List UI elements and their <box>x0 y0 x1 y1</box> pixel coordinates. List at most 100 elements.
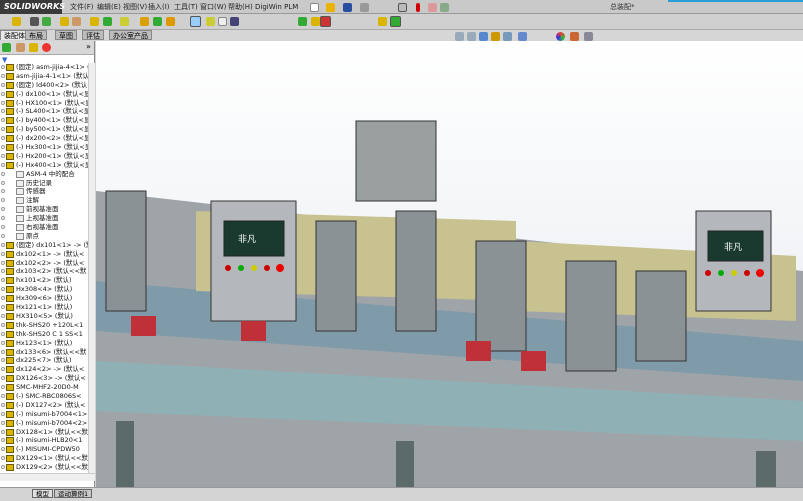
zoom-to-fit-icon[interactable] <box>455 32 464 41</box>
tab-evaluate[interactable]: 评估 <box>82 30 104 40</box>
expand-toggle-icon[interactable] <box>1 322 5 327</box>
tree-item[interactable]: 原点 <box>0 232 88 241</box>
expand-toggle-icon[interactable] <box>1 153 5 158</box>
tree-item[interactable]: (-) Hx400<1> (默认<显示 <box>0 161 88 170</box>
expand-toggle-icon[interactable] <box>1 402 5 407</box>
tree-item[interactable]: (-) MISUMI-CPDW50 <box>0 445 88 454</box>
tree-item[interactable]: (-) Hx200<1> (默认<显示 <box>0 152 88 161</box>
expand-toggle-icon[interactable] <box>1 305 5 310</box>
view-orientation-icon[interactable] <box>503 32 512 41</box>
snapshot-icon[interactable] <box>390 16 401 27</box>
tree-item[interactable]: (-) by500<1> (默认<显示 <box>0 125 88 134</box>
tree-item[interactable]: (-) by400<1> (默认<显示 <box>0 116 88 125</box>
view-settings-icon[interactable] <box>584 32 593 41</box>
zoom-area-icon[interactable] <box>467 32 476 41</box>
graphics-viewport[interactable]: 非凡 非凡 <box>96 41 803 487</box>
expand-toggle-icon[interactable] <box>1 465 5 470</box>
expand-toggle-icon[interactable] <box>1 260 5 265</box>
tree-item[interactable]: 前视基准面 <box>0 205 88 214</box>
menu-plm[interactable]: DigiWin PLM <box>255 0 298 14</box>
tree-item[interactable]: DX129<2> (默认<<默 <box>0 463 88 472</box>
expand-toggle-icon[interactable] <box>1 393 5 398</box>
expand-toggle-icon[interactable] <box>1 207 5 212</box>
open-icon[interactable] <box>326 3 335 12</box>
expand-toggle-icon[interactable] <box>1 100 5 105</box>
tree-item[interactable]: dx124<2> -> (默认< <box>0 365 88 374</box>
hole-alignment-icon[interactable] <box>218 17 227 26</box>
tree-item[interactable]: HX310<5> (默认) <box>0 312 88 321</box>
tree-item[interactable]: DX126<3> -> (默认< <box>0 374 88 383</box>
tree-vertical-scrollbar[interactable] <box>88 63 95 473</box>
file-properties-icon[interactable] <box>428 3 437 12</box>
tree-item[interactable]: asm-jijia-4-1<1> (默认< <box>0 72 88 81</box>
mate-icon[interactable] <box>30 17 39 26</box>
tree-item[interactable]: Hx123<1> (默认) <box>0 339 88 348</box>
configuration-manager-tab-icon[interactable] <box>29 43 38 52</box>
expand-toggle-icon[interactable] <box>1 65 5 69</box>
appearance-icon[interactable] <box>556 32 565 41</box>
menu-tools[interactable]: 工具(T) <box>174 0 198 14</box>
measure-icon[interactable] <box>230 17 239 26</box>
new-motion-study-icon[interactable] <box>140 17 149 26</box>
tree-item[interactable]: (固定) asm-jijia-4<1> (默 <box>0 63 88 72</box>
tree-item[interactable]: SMC-MHF2-20D0-M <box>0 383 88 392</box>
expand-toggle-icon[interactable] <box>1 127 5 132</box>
tree-item[interactable]: (-) misumi-b7004<2> <box>0 419 88 428</box>
tree-item[interactable]: ASM-4 中的配合 <box>0 170 88 179</box>
tree-item[interactable]: hx101<2> (默认) <box>0 276 88 285</box>
expand-toggle-icon[interactable] <box>1 296 5 301</box>
menu-view[interactable]: 视图(V) <box>123 0 147 14</box>
expand-toggle-icon[interactable] <box>1 162 5 167</box>
expand-chevron-icon[interactable]: » <box>86 42 91 51</box>
expand-toggle-icon[interactable] <box>1 82 5 87</box>
expand-toggle-icon[interactable] <box>1 269 5 274</box>
linear-pattern-icon[interactable] <box>42 17 51 26</box>
tree-item[interactable]: dx225<7> (默认) <box>0 356 88 365</box>
expand-toggle-icon[interactable] <box>1 420 5 425</box>
appearance-manager-tab-icon[interactable] <box>42 43 51 52</box>
expand-toggle-icon[interactable] <box>1 242 5 247</box>
expand-toggle-icon[interactable] <box>1 73 5 78</box>
assembly-features-icon[interactable] <box>103 17 112 26</box>
expand-toggle-icon[interactable] <box>1 171 5 176</box>
scene-icon[interactable] <box>570 32 579 41</box>
expand-toggle-icon[interactable] <box>1 251 5 256</box>
tree-item[interactable]: (-) dx100<1> (默认<显示 <box>0 90 88 99</box>
tree-item[interactable]: 传感器 <box>0 187 88 196</box>
tree-item[interactable]: thk-SHS20 C 1 SS<1 <box>0 330 88 339</box>
menu-window[interactable]: 窗口(W) <box>200 0 226 14</box>
tree-item[interactable]: (-) SMC-RBC0806S< <box>0 392 88 401</box>
expand-toggle-icon[interactable] <box>1 376 5 381</box>
reference-geometry-icon[interactable] <box>120 17 129 26</box>
expand-toggle-icon[interactable] <box>1 429 5 434</box>
tab-office-products[interactable]: 办公室产品 <box>109 30 152 40</box>
tree-item[interactable]: (-) dx200<2> (默认<显示 <box>0 134 88 143</box>
exploded-view-icon[interactable] <box>166 17 175 26</box>
tree-item[interactable]: Hx121<1> (默认) <box>0 303 88 312</box>
expand-toggle-icon[interactable] <box>1 456 5 461</box>
tree-item[interactable]: (固定) ld400<2> (默认<- <box>0 81 88 90</box>
tree-item[interactable]: 上视基准面 <box>0 214 88 223</box>
large-assembly-icon[interactable] <box>311 17 320 26</box>
menu-file[interactable]: 文件(F) <box>70 0 94 14</box>
expand-toggle-icon[interactable] <box>1 225 5 230</box>
print-icon[interactable] <box>360 3 369 12</box>
bom-icon[interactable] <box>153 17 162 26</box>
speedpak-icon[interactable] <box>378 17 387 26</box>
expand-toggle-icon[interactable] <box>1 367 5 372</box>
expand-toggle-icon[interactable] <box>1 313 5 318</box>
expand-toggle-icon[interactable] <box>1 287 5 292</box>
tree-item[interactable]: dx102<1> -> (默认< <box>0 250 88 259</box>
expand-toggle-icon[interactable] <box>1 278 5 283</box>
expand-toggle-icon[interactable] <box>1 331 5 336</box>
expand-toggle-icon[interactable] <box>1 438 5 443</box>
menu-help[interactable]: 帮助(H) <box>228 0 253 14</box>
expand-toggle-icon[interactable] <box>1 91 5 96</box>
options-icon[interactable] <box>440 3 449 12</box>
show-hidden-icon[interactable] <box>90 17 99 26</box>
tree-item[interactable]: (固定) dx101<1> -> (默 <box>0 241 88 250</box>
tree-item[interactable]: (-) misumi-b7004<1> <box>0 410 88 419</box>
expand-toggle-icon[interactable] <box>1 349 5 354</box>
tree-item[interactable]: (-) Hx300<1> (默认<显示 <box>0 143 88 152</box>
tree-horizontal-scrollbar[interactable] <box>0 473 95 481</box>
